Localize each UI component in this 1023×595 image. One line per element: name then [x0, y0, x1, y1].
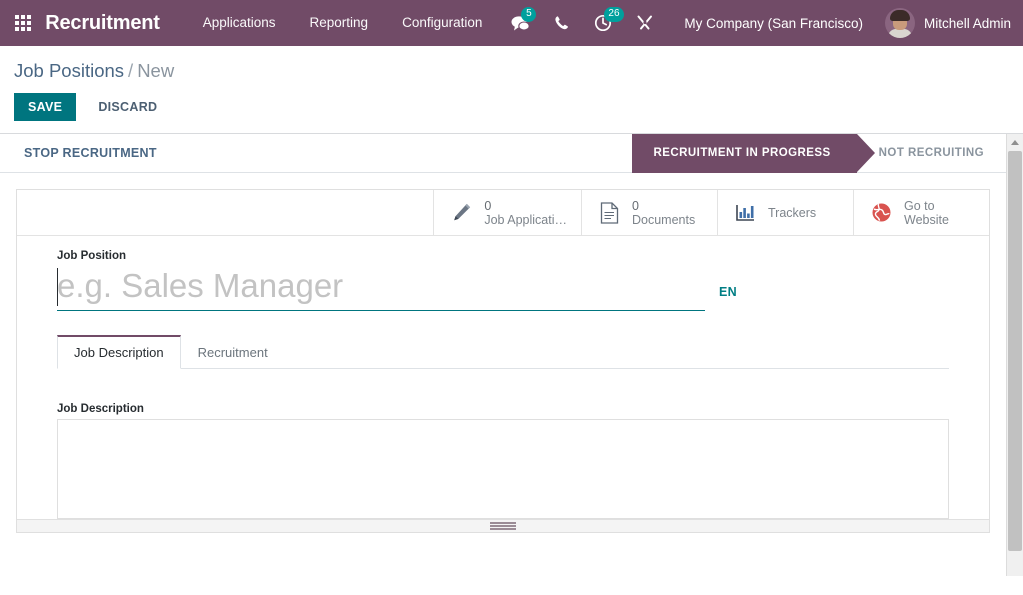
- menu-item-applications[interactable]: Applications: [186, 0, 293, 46]
- app-brand-title[interactable]: Recruitment: [45, 12, 160, 35]
- text-cursor: [57, 268, 58, 306]
- statusbar-row: STOP RECRUITMENT RECRUITMENT IN PROGRESS…: [0, 134, 1006, 173]
- user-menu[interactable]: Mitchell Admin: [877, 8, 1011, 38]
- breadcrumb-current: New: [137, 60, 174, 81]
- breadcrumb-job-positions[interactable]: Job Positions: [14, 60, 124, 81]
- breadcrumb: Job Positions/New: [0, 59, 1023, 83]
- bar-chart-icon: [732, 203, 758, 223]
- status-stages: RECRUITMENT IN PROGRESS NOT RECRUITING: [632, 134, 1006, 173]
- stat-button-go-to-website[interactable]: Go to Website: [853, 190, 989, 235]
- messages-count-badge: 5: [521, 7, 536, 22]
- stat-button-trackers[interactable]: Trackers: [717, 190, 853, 235]
- globe-icon: [868, 202, 894, 223]
- record-action-buttons: SAVE DISCARD: [0, 83, 1023, 133]
- stat-button-text: 0 Job Applicati…: [484, 199, 567, 227]
- systray: 5 26 My Company (San Francisco): [499, 0, 1023, 46]
- documents-count: 0: [632, 199, 695, 213]
- stat-button-text: Go to Website: [904, 199, 974, 227]
- apps-grid-icon: [15, 15, 31, 31]
- stat-button-box: 0 Job Applicati…: [17, 190, 989, 236]
- job-position-input-wrap: [57, 264, 705, 311]
- stage-not-recruiting[interactable]: NOT RECRUITING: [857, 134, 1002, 173]
- breadcrumb-separator: /: [128, 60, 133, 81]
- stat-button-documents[interactable]: 0 Documents: [581, 190, 717, 235]
- trackers-label: Trackers: [768, 206, 816, 220]
- control-panel: Job Positions/New SAVE DISCARD: [0, 46, 1023, 134]
- job-description-label: Job Description: [57, 403, 949, 415]
- job-applications-count: 0: [484, 199, 567, 213]
- tab-panel-job-description: Job Description: [17, 369, 989, 519]
- job-applications-label: Job Applicati…: [484, 213, 567, 227]
- pencil-icon: [448, 202, 474, 223]
- menu-item-configuration[interactable]: Configuration: [385, 0, 499, 46]
- job-position-field-row: EN: [57, 264, 737, 311]
- company-switcher[interactable]: My Company (San Francisco): [666, 16, 877, 31]
- sheet-background: 0 Job Applicati…: [0, 173, 1006, 533]
- sheet-resize-handle[interactable]: [17, 519, 989, 532]
- messages-button[interactable]: 5: [499, 0, 542, 46]
- notebook-tabs: Job Description Recruitment: [57, 335, 949, 369]
- form-sheet: 0 Job Applicati…: [16, 189, 990, 533]
- documents-label: Documents: [632, 213, 695, 227]
- content-area: STOP RECRUITMENT RECRUITMENT IN PROGRESS…: [0, 134, 1023, 576]
- tab-job-description[interactable]: Job Description: [57, 335, 181, 369]
- top-navbar: Recruitment Applications Reporting Confi…: [0, 0, 1023, 46]
- stage-recruitment-in-progress[interactable]: RECRUITMENT IN PROGRESS: [632, 134, 857, 173]
- job-description-editor[interactable]: [57, 419, 949, 519]
- activities-count-badge: 26: [604, 7, 623, 22]
- scrollbar-thumb[interactable]: [1008, 151, 1022, 551]
- resize-grip-icon: [490, 522, 516, 530]
- form-body: Job Position EN Job Description Recruitm…: [17, 236, 989, 369]
- tab-recruitment[interactable]: Recruitment: [181, 335, 285, 369]
- discard-button[interactable]: DISCARD: [84, 93, 171, 121]
- job-position-input[interactable]: [57, 264, 705, 308]
- job-position-label: Job Position: [57, 250, 949, 262]
- stat-button-text: 0 Documents: [632, 199, 695, 227]
- phone-button[interactable]: [542, 0, 582, 46]
- activities-button[interactable]: 26: [582, 0, 624, 46]
- user-name: Mitchell Admin: [924, 16, 1011, 31]
- chevron-up-icon: [1011, 140, 1019, 145]
- avatar: [885, 8, 915, 38]
- stat-button-text: Trackers: [768, 206, 816, 220]
- tools-wrench-icon: [636, 14, 654, 32]
- phone-icon: [554, 15, 570, 32]
- tools-button[interactable]: [624, 0, 666, 46]
- main-menu: Applications Reporting Configuration: [186, 0, 500, 46]
- document-icon: [596, 202, 622, 224]
- save-button[interactable]: SAVE: [14, 93, 76, 121]
- stat-button-job-applications[interactable]: 0 Job Applicati…: [433, 190, 581, 235]
- stop-recruitment-button[interactable]: STOP RECRUITMENT: [0, 146, 157, 160]
- apps-menu-button[interactable]: [0, 0, 45, 46]
- language-badge[interactable]: EN: [719, 285, 737, 299]
- vertical-scrollbar[interactable]: [1006, 134, 1023, 576]
- form-scroll-region: STOP RECRUITMENT RECRUITMENT IN PROGRESS…: [0, 134, 1006, 576]
- scroll-up-button[interactable]: [1007, 134, 1023, 151]
- go-to-website-label: Go to Website: [904, 199, 974, 227]
- scrollbar-track[interactable]: [1007, 151, 1023, 576]
- menu-item-reporting[interactable]: Reporting: [293, 0, 386, 46]
